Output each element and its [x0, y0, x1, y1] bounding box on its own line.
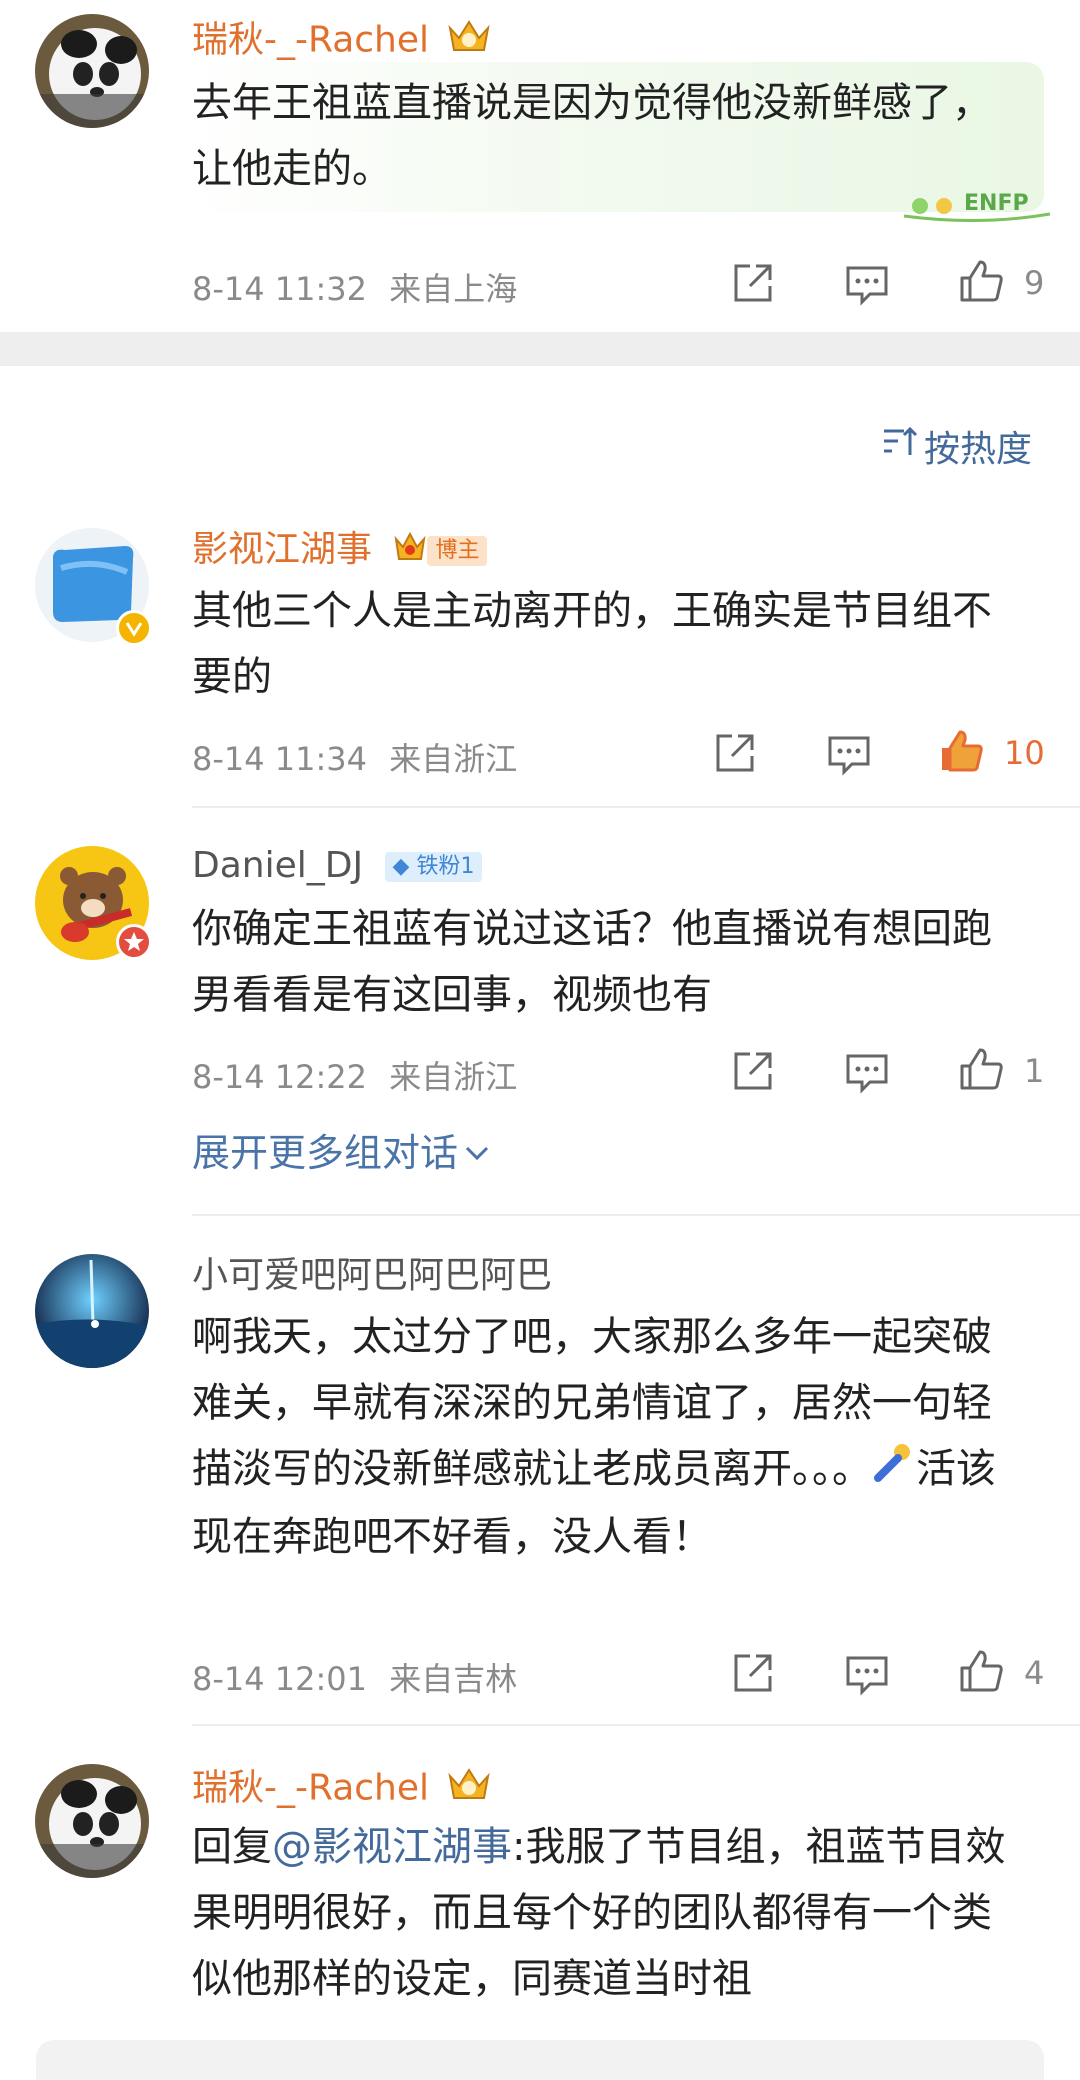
- bottom-card-edge: [36, 2040, 1044, 2080]
- username-text[interactable]: 瑞秋-_-Rachel: [192, 20, 429, 61]
- enfp-sticker: ENFP: [900, 168, 1060, 228]
- like-count: 9: [1024, 264, 1045, 302]
- diamond-icon: ◆: [392, 854, 410, 879]
- comment-icon[interactable]: [844, 1650, 890, 1696]
- timestamp: 8-14 11:32: [192, 270, 368, 308]
- username-text[interactable]: Daniel_DJ: [192, 845, 363, 886]
- comment-meta: 8-14 11:32 来自上海: [192, 264, 517, 310]
- location: 来自浙江: [389, 740, 518, 778]
- crown-badge-icon: [393, 529, 427, 574]
- comment-text: 啊我天，太过分了吧，大家那么多年一起突破难关，早就有深深的兄弟情谊了，居然一句轻…: [192, 1304, 1012, 1570]
- like-count: 1: [1024, 1052, 1045, 1090]
- share-icon[interactable]: [730, 1650, 776, 1696]
- comment-meta: 8-14 12:01 来自吉林: [192, 1654, 517, 1700]
- share-icon[interactable]: [730, 1048, 776, 1094]
- timestamp: 8-14 11:34: [192, 740, 368, 778]
- comment-icon[interactable]: [844, 260, 890, 306]
- reply-prefix: 回复: [192, 1824, 272, 1870]
- comment-icon[interactable]: [844, 1048, 890, 1094]
- like-icon[interactable]: [958, 1648, 1004, 1694]
- fan-tag-label: 铁粉1: [416, 854, 475, 879]
- section-divider: [0, 332, 1080, 366]
- comment-icon[interactable]: [826, 730, 872, 776]
- timestamp: 8-14 12:01: [192, 1660, 368, 1698]
- comment-text: 你确定王祖蓝有说过这话？他直播说有想回跑男看看是有这回事，视频也有: [192, 906, 992, 1018]
- username[interactable]: 小可爱吧阿巴阿巴阿巴: [192, 1254, 552, 1298]
- member-badge-icon: [116, 924, 152, 960]
- expand-label[interactable]: 展开更多组对话: [192, 1122, 458, 1177]
- expand-more-replies[interactable]: 展开更多组对话: [192, 1122, 490, 1177]
- fan-tag: ◆ 铁粉1: [384, 852, 483, 882]
- share-icon[interactable]: [730, 260, 776, 306]
- avatar[interactable]: [35, 1764, 149, 1878]
- comment-divider: [192, 806, 1080, 808]
- sort-toggle[interactable]: 按热度: [882, 420, 1032, 472]
- username[interactable]: 影视江湖事 博主: [192, 528, 488, 574]
- like-count: 4: [1024, 1654, 1045, 1692]
- like-count: 10: [1004, 734, 1045, 772]
- crown-badge-icon: [446, 16, 492, 67]
- location: 来自上海: [389, 270, 518, 308]
- sort-label[interactable]: 按热度: [924, 420, 1032, 472]
- username[interactable]: 瑞秋-_-Rachel: [192, 16, 492, 67]
- location: 来自浙江: [389, 1058, 518, 1096]
- like-icon[interactable]: [958, 258, 1004, 304]
- sort-icon: [882, 425, 918, 468]
- comment-text: 去年王祖蓝直播说是因为觉得他没新鲜感了，让他走的。: [192, 80, 992, 192]
- blogger-tag: 博主: [427, 536, 488, 566]
- comment-divider: [192, 1214, 1080, 1216]
- svg-text:ENFP: ENFP: [964, 191, 1029, 216]
- mention-link[interactable]: @影视江湖事: [272, 1824, 512, 1870]
- comment-divider: [192, 1724, 1080, 1726]
- share-icon[interactable]: [712, 730, 758, 776]
- timestamp: 8-14 12:22: [192, 1058, 368, 1096]
- username[interactable]: 瑞秋-_-Rachel: [192, 1764, 492, 1815]
- location: 来自吉林: [389, 1660, 518, 1698]
- comment-text: 回复@影视江湖事:我服了节目组，祖蓝节目效果明明很好，而且每个好的团队都得有一个…: [192, 1814, 1012, 2012]
- comment-text: 其他三个人是主动离开的，王确实是节目组不要的: [192, 588, 992, 700]
- comment-meta: 8-14 12:22 来自浙江: [192, 1052, 517, 1098]
- username-text[interactable]: 影视江湖事: [192, 529, 372, 570]
- verified-badge-icon: [116, 610, 152, 646]
- comment-meta: 8-14 11:34 来自浙江: [192, 734, 517, 780]
- like-icon-active[interactable]: [938, 728, 984, 774]
- avatar[interactable]: [35, 14, 149, 128]
- pointing-emoji-icon: [872, 1438, 916, 1504]
- crown-badge-icon: [446, 1764, 492, 1815]
- like-icon[interactable]: [958, 1046, 1004, 1092]
- chevron-down-icon: [464, 1128, 490, 1172]
- avatar[interactable]: [35, 1254, 149, 1368]
- username-text[interactable]: 瑞秋-_-Rachel: [192, 1768, 429, 1809]
- username[interactable]: Daniel_DJ ◆ 铁粉1: [192, 844, 483, 888]
